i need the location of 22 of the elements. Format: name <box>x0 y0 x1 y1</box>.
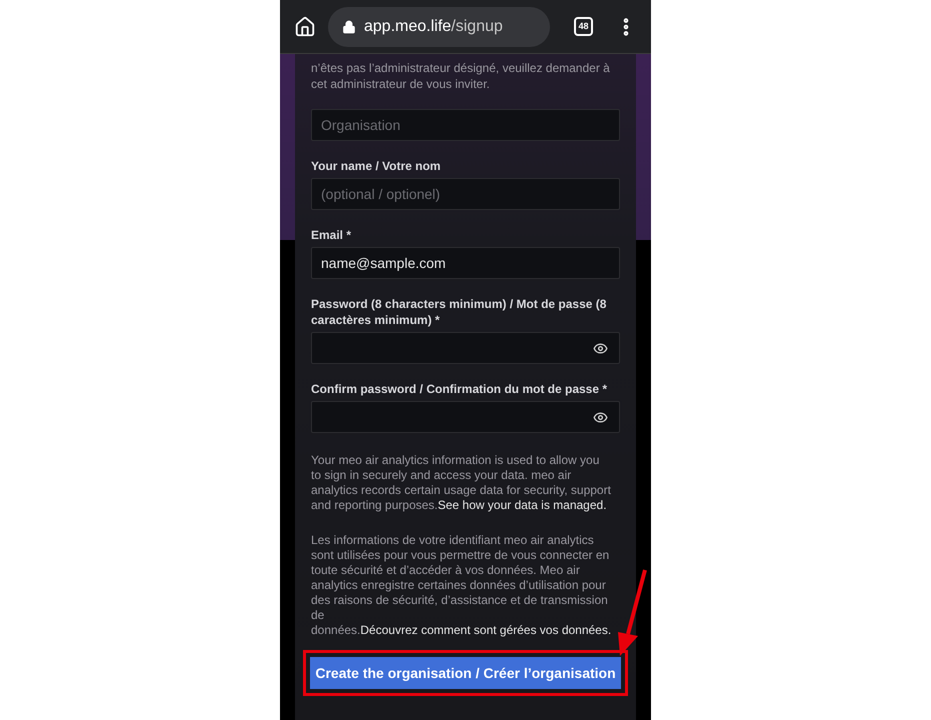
input-field[interactable]: Organisation <box>311 109 620 141</box>
data-policy-link[interactable]: See how your data is managed. <box>438 498 607 512</box>
show-password-icon[interactable] <box>593 410 608 424</box>
intro-text: n’êtes pas l’administrateur désigné, veuillez demander à cet administrateur de vous inviter. <box>311 60 611 92</box>
field-label: Confirm password / Confirmation du mot de passe * <box>311 381 608 397</box>
field-label: Your name / Votre nom <box>311 158 442 174</box>
tab-count[interactable]: 48 <box>574 17 593 36</box>
input-field[interactable]: name@sample.com <box>311 247 620 279</box>
show-password-icon[interactable] <box>593 340 608 356</box>
lock-icon <box>342 20 356 34</box>
create-organisation-button[interactable]: Create the organisation / Créer l’organisation <box>310 657 621 689</box>
password-field[interactable] <box>311 401 620 433</box>
home-icon[interactable] <box>294 16 316 38</box>
url-text: app.meo.life/signup <box>364 16 503 36</box>
field-label: Password (8 characters minimum) / Mot de passe (8 caractères minimum) * <box>311 296 608 328</box>
privacy-notice: Your meo air analytics information is used to allow you to sign in securely and access your data. meo air analytics records certain usage data for security, support and reporting purposes.See how your data is managed. <box>311 453 612 513</box>
field-label: Email * <box>311 227 352 243</box>
address-bar[interactable]: app.meo.life/signup <box>328 6 550 46</box>
data-policy-link[interactable]: Découvrez comment sont gérées vos données. <box>360 623 612 637</box>
privacy-notice: Les informations de votre identifiant meo air analytics sont utilisées pour vous permettre de vous connecter en toute sécurité et d’accéder à vos données. Meo air analytics enregistre certaines données d’utilisation pour des raisons de sécurité, d’assistance et de transmission de données.Découvrez comment sont gérées vos données. <box>311 533 612 638</box>
input-field[interactable]: (optional / optionel) <box>311 178 620 210</box>
password-field[interactable] <box>311 332 620 364</box>
